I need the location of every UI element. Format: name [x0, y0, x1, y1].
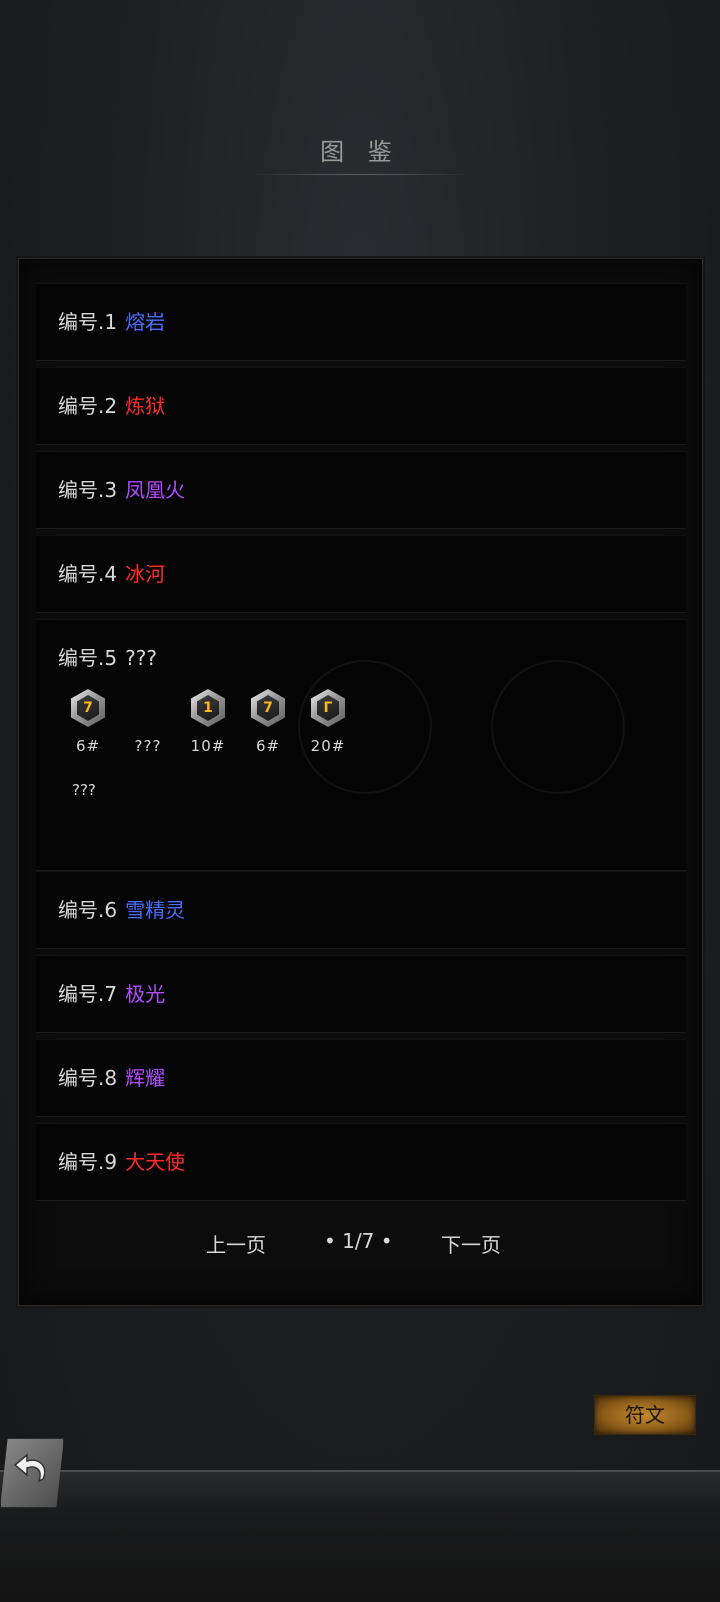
rune-gem-icon: 7	[71, 689, 105, 727]
entry-name: 炼狱	[125, 394, 166, 418]
entry-number: 编号.5	[58, 646, 118, 670]
back-arrow-icon	[13, 1453, 46, 1483]
rune-gem-item[interactable]: 1 10#	[178, 689, 238, 755]
page-title: 图 鉴	[320, 138, 400, 166]
rune-gem-label: ???	[134, 737, 162, 755]
rune-gem-icon: 7	[251, 689, 285, 727]
rune-gem-label: 10#	[190, 737, 226, 755]
codex-panel: 编号.1 熔岩 编号.2 炼狱 编号.3 凤凰火 编号.4 冰河 编号.5??? 7 6…	[18, 258, 703, 1306]
rune-gem-item-unknown: ???	[118, 689, 178, 755]
bottom-bar	[0, 1470, 720, 1602]
entry-number: 编号.1	[58, 310, 118, 334]
entry-row-4[interactable]: 编号.4 冰河	[36, 535, 686, 613]
rune-gem-label: 6#	[255, 737, 281, 755]
rune-gem-item[interactable]: 7 6#	[58, 689, 118, 755]
rune-gem-label: 20#	[310, 737, 346, 755]
page-indicator: • 1/7 •	[324, 1229, 393, 1253]
rune-gem-item[interactable]: 7 6#	[238, 689, 298, 755]
entry-number: 编号.4	[58, 562, 118, 586]
prev-page-button[interactable]: 上一页	[206, 1229, 266, 1258]
entry-row-2[interactable]: 编号.2 炼狱	[36, 367, 686, 445]
rune-gem-icon: 1	[191, 689, 225, 727]
next-page-button[interactable]: 下一页	[441, 1229, 501, 1258]
back-button[interactable]	[0, 1438, 64, 1508]
entry-number: 编号.2	[58, 394, 118, 418]
entry-number: 编号.8	[58, 1066, 118, 1090]
rune-extra-label: ???	[72, 781, 96, 799]
rune-gem-label: 6#	[75, 737, 101, 755]
rune-gem-item[interactable]: Γ 20#	[298, 689, 358, 755]
entry-row-8[interactable]: 编号.8 辉耀	[36, 1039, 686, 1117]
rune-button[interactable]: 符文	[594, 1395, 696, 1435]
entry-name: 极光	[125, 982, 166, 1006]
background-emblem	[491, 660, 625, 794]
entry-row-1[interactable]: 编号.1 熔岩	[36, 283, 686, 361]
entry-number: 编号.9	[58, 1150, 118, 1174]
entry-row-5-expanded[interactable]: 编号.5??? 7 6# ??? 1 10# 7 6# Γ 20# ???	[36, 619, 686, 871]
entry-row-9[interactable]: 编号.9 大天使	[36, 1123, 686, 1201]
entry-name: 凤凰火	[125, 478, 186, 502]
rune-gem-icon: Γ	[311, 689, 345, 727]
entry-name: 冰河	[125, 562, 166, 586]
pagination: 上一页 • 1/7 • 下一页	[19, 1221, 702, 1261]
entry-name: 辉耀	[125, 1066, 166, 1090]
entry-name: 熔岩	[125, 310, 166, 334]
entry-name: ???	[125, 646, 157, 670]
entry-number: 编号.7	[58, 982, 118, 1006]
entry-row-7[interactable]: 编号.7 极光	[36, 955, 686, 1033]
rune-gem-list: 7 6# ??? 1 10# 7 6# Γ 20# ???	[54, 689, 354, 799]
entry-name: 雪精灵	[125, 898, 186, 922]
entry-row-6[interactable]: 编号.6 雪精灵	[36, 871, 686, 949]
entry-name: 大天使	[125, 1150, 186, 1174]
entry-number: 编号.3	[58, 478, 118, 502]
entry-number: 编号.6	[58, 898, 118, 922]
entry-row-3[interactable]: 编号.3 凤凰火	[36, 451, 686, 529]
title-divider	[250, 174, 470, 175]
